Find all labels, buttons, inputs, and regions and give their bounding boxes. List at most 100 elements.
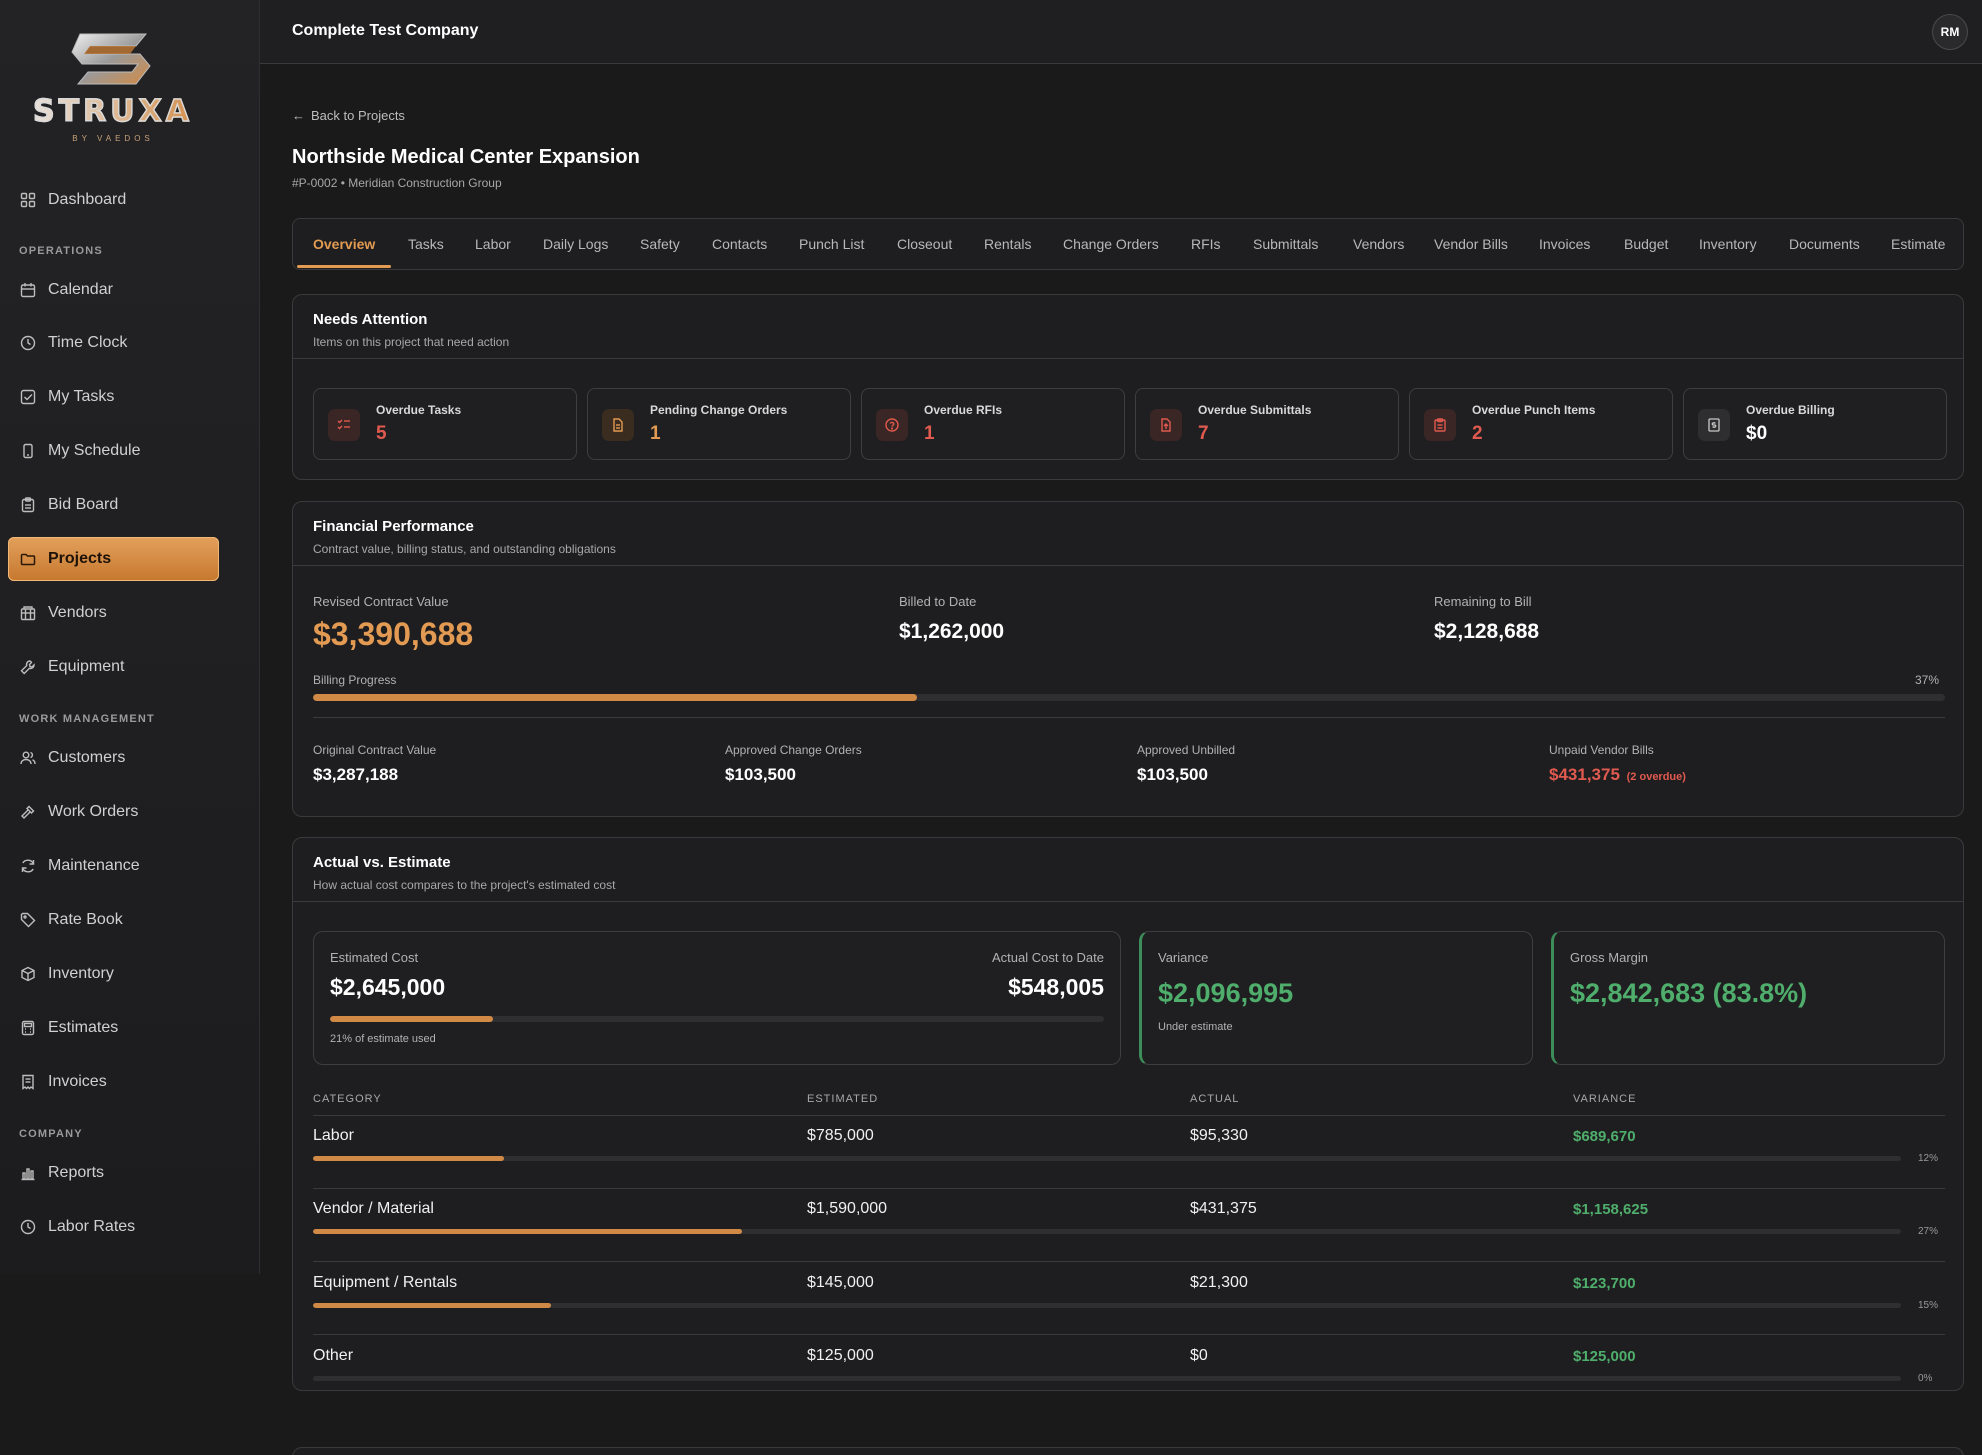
nav-section-work-management: WORK MANAGEMENT	[19, 713, 155, 725]
attention-label: Overdue Punch Items	[1472, 403, 1596, 417]
row-progress-bar	[313, 1303, 1901, 1308]
attention-label: Pending Change Orders	[650, 403, 788, 417]
sidebar-item-maintenance[interactable]: Maintenance	[8, 844, 219, 888]
row-progress-fill	[313, 1156, 504, 1161]
row-percent: 0%	[1918, 1373, 1933, 1384]
sidebar-item-time-clock[interactable]: Time Clock	[8, 321, 219, 365]
sidebar-item-projects[interactable]: Projects	[8, 537, 219, 581]
tab-daily-logs[interactable]: Daily Logs	[543, 219, 608, 269]
card-header: Actual vs. Estimate How actual cost comp…	[293, 838, 1963, 902]
row-variance: $123,700	[1573, 1275, 1636, 1292]
billing-progress-fill	[313, 694, 917, 701]
sidebar-item-reports[interactable]: Reports	[8, 1151, 219, 1195]
sidebar-item-my-schedule[interactable]: My Schedule	[8, 429, 219, 473]
sidebar-item-labor-rates[interactable]: Labor Rates	[8, 1205, 219, 1249]
card-title: Needs Attention	[313, 311, 428, 328]
tab-vendor-bills[interactable]: Vendor Bills	[1434, 219, 1508, 269]
tab-rentals[interactable]: Rentals	[984, 219, 1031, 269]
actual-vs-estimate-card: Actual vs. Estimate How actual cost comp…	[292, 837, 1964, 1391]
sidebar-item-dashboard[interactable]: Dashboard	[8, 178, 219, 222]
attention-item-overdue-rfis[interactable]: Overdue RFIs 1	[861, 388, 1125, 460]
tab-change-orders[interactable]: Change Orders	[1063, 219, 1159, 269]
dollar-clock-icon	[20, 1219, 36, 1235]
active-tab-indicator	[297, 265, 391, 268]
attention-item-overdue-billing[interactable]: Overdue Billing $0	[1683, 388, 1947, 460]
estimate-used-fill	[330, 1016, 493, 1022]
sidebar-item-vendors[interactable]: Vendors	[8, 591, 219, 635]
original-contract-value: $3,287,188	[313, 765, 399, 784]
attention-item-pending-change-orders[interactable]: Pending Change Orders 1	[587, 388, 851, 460]
tab-overview[interactable]: Overview	[313, 219, 375, 269]
attention-item-overdue-submittals[interactable]: Overdue Submittals 7	[1135, 388, 1399, 460]
row-variance: $689,670	[1573, 1128, 1636, 1145]
attention-count: $0	[1746, 423, 1768, 444]
sidebar-item-label: Estimates	[48, 1019, 119, 1036]
list-check-icon	[328, 409, 360, 441]
row-estimated: $785,000	[807, 1127, 874, 1144]
sidebar-item-label: My Schedule	[48, 442, 141, 459]
tab-documents[interactable]: Documents	[1789, 219, 1860, 269]
row-variance: $125,000	[1573, 1348, 1636, 1365]
struxa-logo[interactable]: STRUXA BY VAEDOS	[18, 28, 208, 148]
sidebar-item-label: Inventory	[48, 965, 114, 982]
tab-invoices[interactable]: Invoices	[1539, 219, 1590, 269]
document-icon	[602, 409, 634, 441]
tab-safety[interactable]: Safety	[640, 219, 680, 269]
sidebar-item-work-orders[interactable]: Work Orders	[8, 790, 219, 834]
tab-inventory[interactable]: Inventory	[1699, 219, 1757, 269]
row-divider	[313, 1261, 1945, 1262]
sidebar-item-invoices[interactable]: Invoices	[8, 1060, 219, 1104]
unpaid-amount: $431,375	[1549, 765, 1620, 784]
attention-count: 5	[376, 423, 387, 444]
tab-tasks[interactable]: Tasks	[408, 219, 444, 269]
sidebar-item-label: Dashboard	[48, 191, 127, 208]
sidebar-item-rate-book[interactable]: Rate Book	[8, 898, 219, 942]
sidebar-item-estimates[interactable]: Estimates	[8, 1006, 219, 1050]
card-header: Financial Performance Contract value, bi…	[293, 502, 1963, 566]
attention-label: Overdue RFIs	[924, 403, 1003, 417]
variance-value: $2,096,995	[1158, 978, 1294, 1008]
back-to-projects-link[interactable]: ← Back to Projects	[292, 108, 405, 123]
attention-item-overdue-tasks[interactable]: Overdue Tasks 5	[313, 388, 577, 460]
tab-contacts[interactable]: Contacts	[712, 219, 767, 269]
avatar[interactable]: RM	[1932, 14, 1968, 50]
sidebar-item-inventory[interactable]: Inventory	[8, 952, 219, 996]
column-header-estimated: ESTIMATED	[807, 1093, 879, 1105]
tab-closeout[interactable]: Closeout	[897, 219, 952, 269]
row-percent: 15%	[1918, 1300, 1939, 1311]
sidebar-footer-area	[0, 1274, 260, 1455]
sidebar-item-equipment[interactable]: Equipment	[8, 645, 219, 689]
tab-budget[interactable]: Budget	[1624, 219, 1668, 269]
logo-mark-icon	[71, 33, 151, 85]
checkbox-icon	[20, 389, 36, 405]
tab-punch-list[interactable]: Punch List	[799, 219, 864, 269]
tab-rfis[interactable]: RFIs	[1191, 219, 1221, 269]
tab-labor[interactable]: Labor	[475, 219, 511, 269]
attention-item-overdue-punch-items[interactable]: Overdue Punch Items 2	[1409, 388, 1673, 460]
card-description: Contract value, billing status, and outs…	[313, 542, 616, 556]
file-upload-icon	[1150, 409, 1182, 441]
variance-note: Under estimate	[1158, 1021, 1233, 1033]
refresh-icon	[20, 858, 36, 874]
billing-progress-bar	[313, 694, 1945, 701]
clipboard-list-icon	[1424, 409, 1456, 441]
project-tabs: Overview Tasks Labor Daily Logs Safety C…	[292, 218, 1964, 270]
sidebar-item-calendar[interactable]: Calendar	[8, 268, 219, 312]
sidebar-item-label: My Tasks	[48, 388, 115, 405]
tab-estimate[interactable]: Estimate	[1891, 219, 1945, 269]
attention-count: 1	[924, 423, 935, 444]
financial-performance-card: Financial Performance Contract value, bi…	[292, 501, 1964, 817]
arrow-left-icon: ←	[292, 108, 305, 123]
sidebar-item-customers[interactable]: Customers	[8, 736, 219, 780]
sidebar-item-bid-board[interactable]: Bid Board	[8, 483, 219, 527]
folder-icon	[20, 551, 36, 567]
remaining-to-bill-value: $2,128,688	[1434, 620, 1540, 643]
sidebar-item-my-tasks[interactable]: My Tasks	[8, 375, 219, 419]
sidebar-item-label: Work Orders	[48, 803, 139, 820]
calendar-icon	[20, 282, 36, 298]
clipboard-icon	[20, 497, 36, 513]
card-title: Actual vs. Estimate	[313, 854, 451, 871]
phone-icon	[20, 443, 36, 459]
tab-vendors[interactable]: Vendors	[1353, 219, 1404, 269]
tab-submittals[interactable]: Submittals	[1253, 219, 1318, 269]
